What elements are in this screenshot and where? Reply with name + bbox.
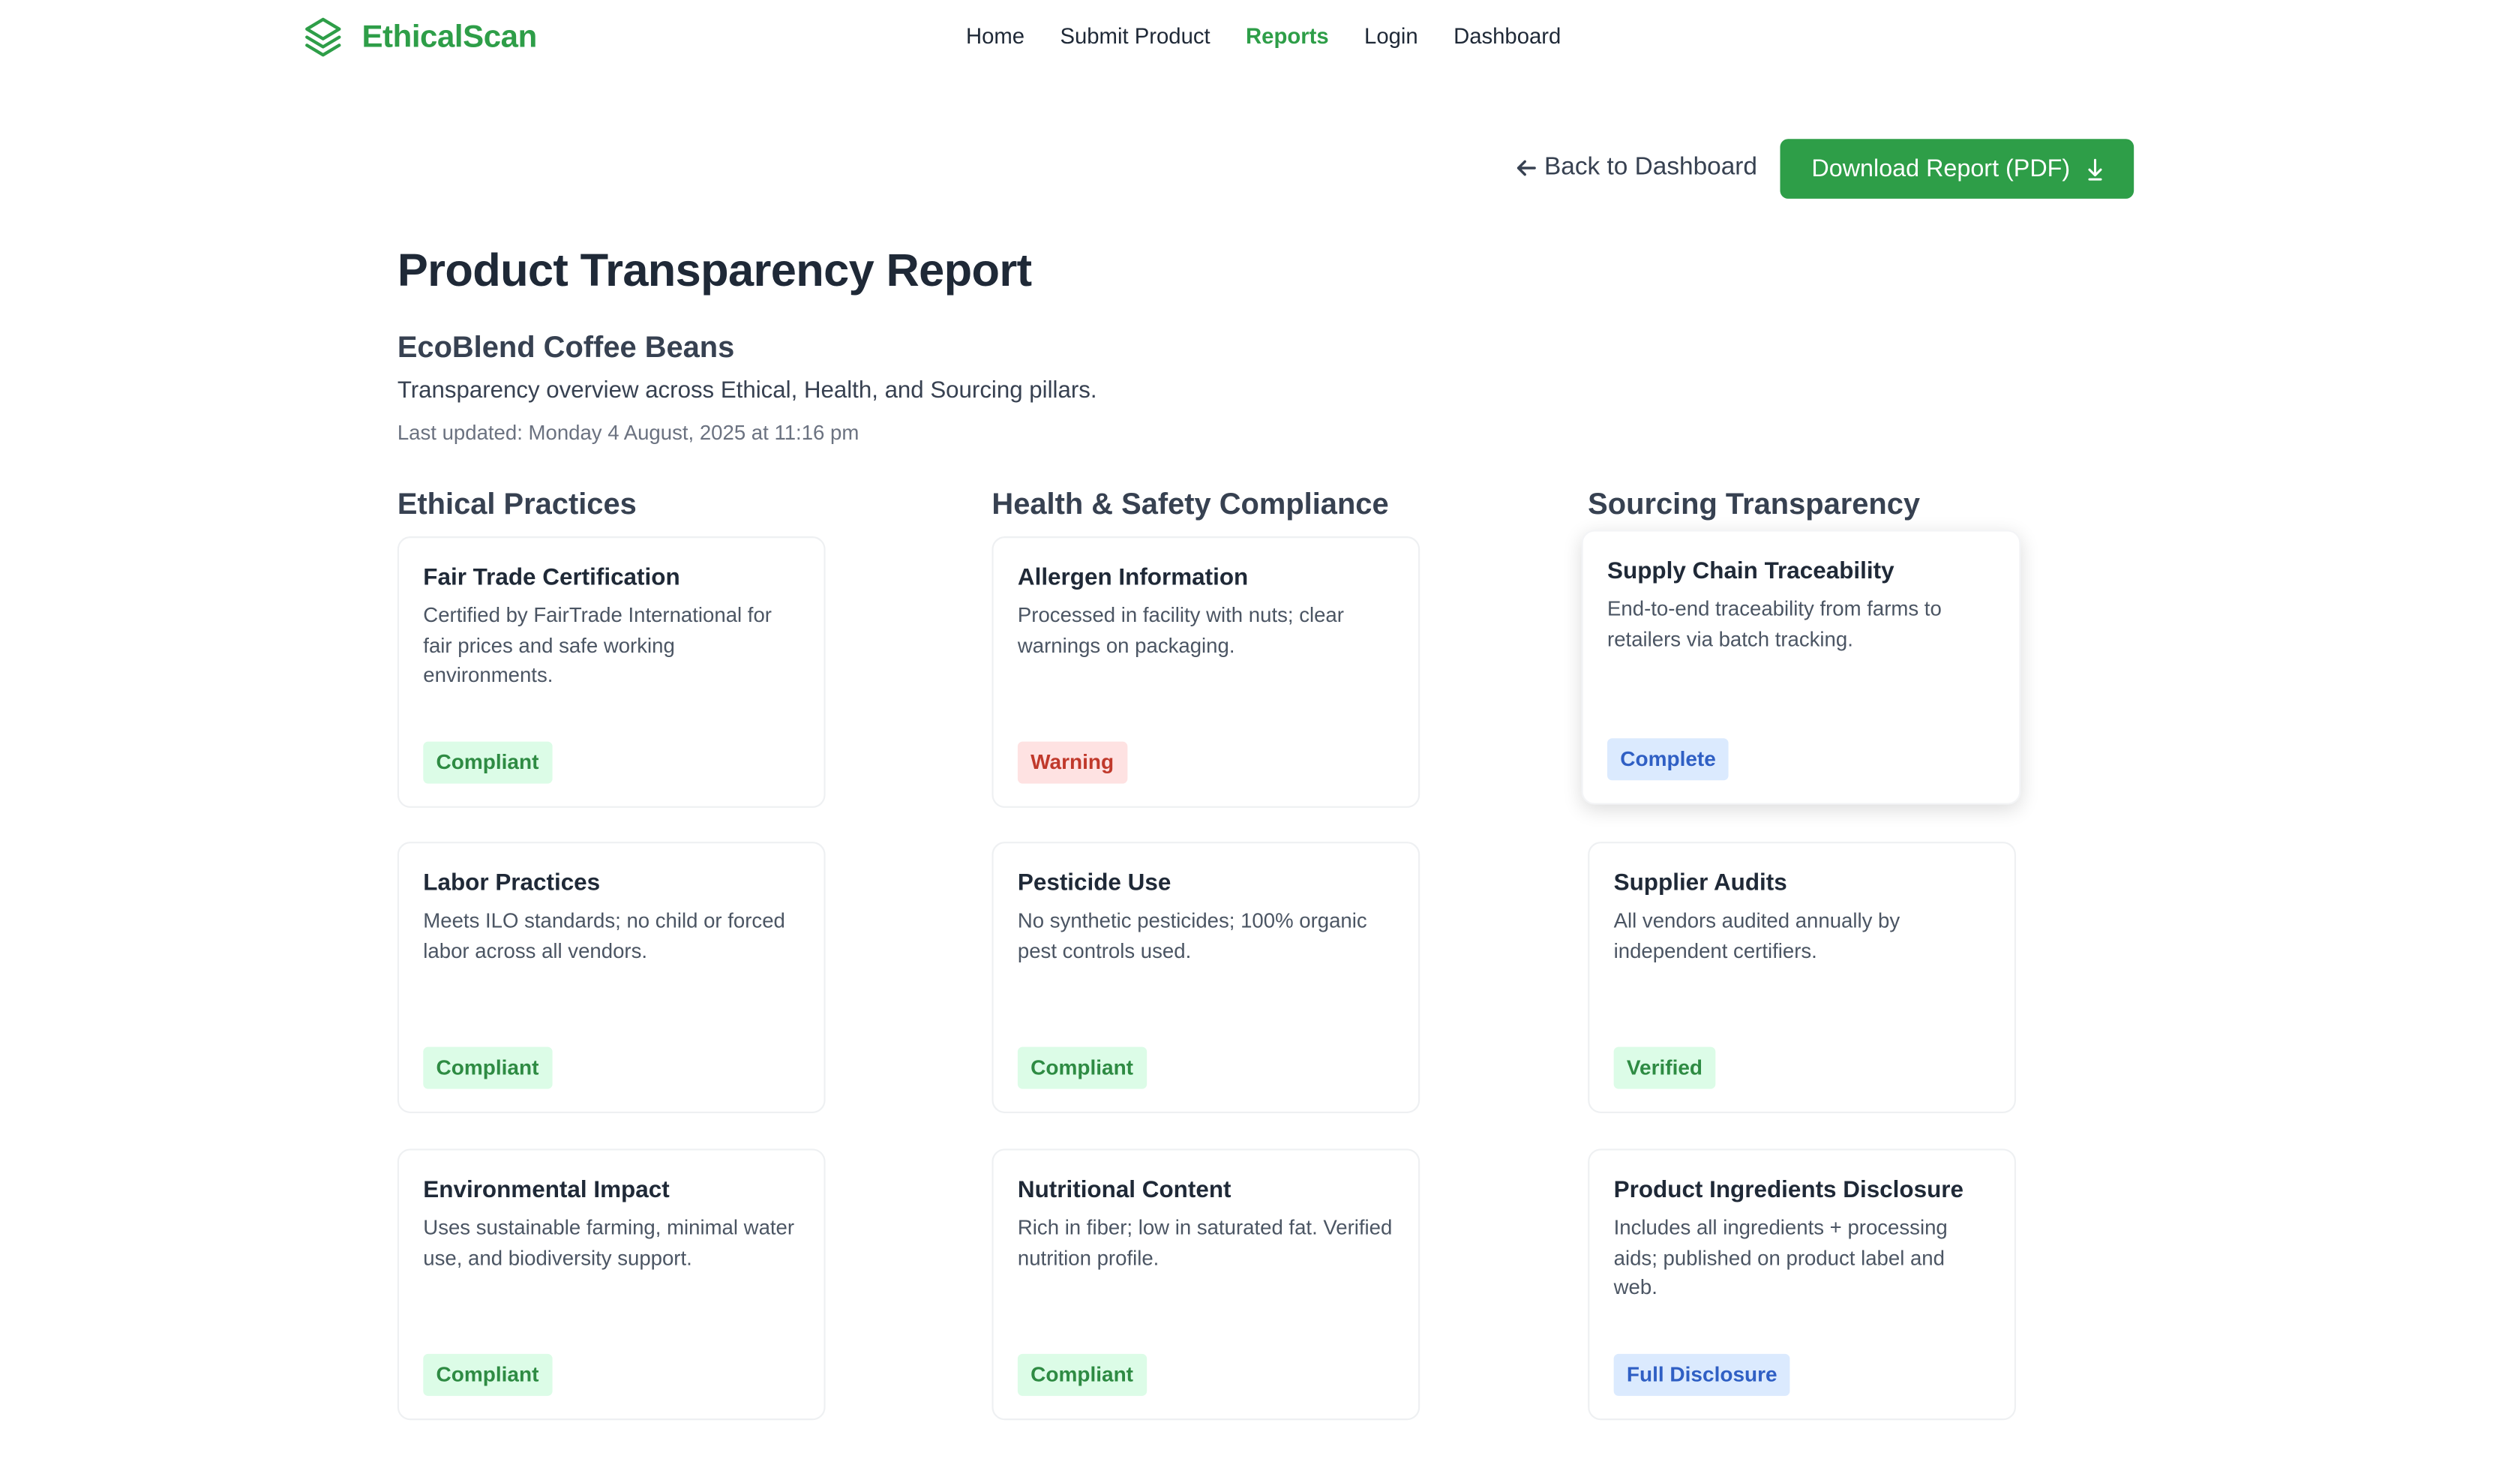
card-supply-chain-traceability[interactable]: Supply Chain Traceability End-to-end tra… xyxy=(1581,530,2021,805)
brand-name: EthicalScan xyxy=(362,18,537,55)
column-title: Ethical Practices xyxy=(397,486,637,521)
last-updated: Last updated: Monday 4 August, 2025 at 1… xyxy=(397,419,860,445)
card-title: Allergen Information xyxy=(1017,565,1249,592)
card-environmental-impact: Environmental Impact Uses sustainable fa… xyxy=(397,1148,826,1421)
download-arrow-icon xyxy=(2087,158,2102,180)
brand[interactable]: EthicalScan xyxy=(304,17,537,59)
card-description: Meets ILO standards; no child or forced … xyxy=(423,908,785,963)
card-description: Includes all ingredients + processing ai… xyxy=(1613,1214,1948,1300)
card-fair-trade-certification: Fair Trade Certification Certified by Fa… xyxy=(397,536,826,808)
nav-link-home[interactable]: Home xyxy=(966,24,1024,48)
card-title: Product Ingredients Disclosure xyxy=(1613,1178,1964,1204)
card-title: Labor Practices xyxy=(423,870,601,897)
status-badge: Full Disclosure xyxy=(1613,1353,1790,1396)
status-badge: Warning xyxy=(1017,741,1127,784)
card-title: Pesticide Use xyxy=(1017,870,1172,897)
card-title: Fair Trade Certification xyxy=(423,565,680,592)
download-report-button[interactable]: Download Report (PDF) xyxy=(1780,139,2134,199)
download-button-label: Download Report (PDF) xyxy=(1811,155,2071,183)
card-description: Certified by FairTrade International for… xyxy=(423,602,772,688)
top-navbar: EthicalScan Home Submit Product Reports … xyxy=(0,0,2520,76)
column-ethical-practices: Ethical Practices Fair Trade Certificati… xyxy=(397,486,826,1421)
status-badge: Compliant xyxy=(423,1353,552,1396)
status-badge: Complete xyxy=(1607,738,1730,781)
product-name: EcoBlend Coffee Beans xyxy=(397,329,735,364)
column-sourcing-transparency: Sourcing Transparency Supply Chain Trace… xyxy=(1581,486,2021,1421)
card-pesticide-use: Pesticide Use No synthetic pesticides; 1… xyxy=(992,842,1420,1113)
card-description: Rich in fiber; low in saturated fat. Ver… xyxy=(1017,1214,1393,1270)
card-title: Supplier Audits xyxy=(1613,870,1787,897)
nav-link-submit-product[interactable]: Submit Product xyxy=(1060,24,1210,48)
card-description: No synthetic pesticides; 100% organic pe… xyxy=(1017,908,1367,963)
card-title: Nutritional Content xyxy=(1017,1178,1232,1204)
card-description: Uses sustainable farming, minimal water … xyxy=(423,1214,795,1270)
layers-icon xyxy=(305,17,341,57)
card-nutritional-content: Nutritional Content Rich in fiber; low i… xyxy=(992,1148,1420,1421)
nav-link-dashboard[interactable]: Dashboard xyxy=(1454,24,1561,48)
arrow-left-icon xyxy=(1516,160,1536,176)
status-badge: Compliant xyxy=(423,741,552,784)
column-health-safety-compliance: Health & Safety Compliance Allergen Info… xyxy=(992,486,1420,1421)
card-description: End-to-end traceability from farms to re… xyxy=(1607,596,1942,651)
report-overview: Transparency overview across Ethical, He… xyxy=(397,377,1097,404)
card-product-ingredients-disclosure: Product Ingredients Disclosure Includes … xyxy=(1588,1148,2016,1421)
status-badge: Verified xyxy=(1613,1046,1716,1089)
back-to-dashboard-link[interactable]: Back to Dashboard xyxy=(1515,154,1757,183)
page-title: Product Transparency Report xyxy=(397,245,1032,298)
back-link-label: Back to Dashboard xyxy=(1544,153,1757,182)
card-description: All vendors audited annually by independ… xyxy=(1613,908,1900,963)
card-description: Processed in facility with nuts; clear w… xyxy=(1017,602,1344,657)
nav-link-reports[interactable]: Reports xyxy=(1246,24,1329,48)
nav-link-login[interactable]: Login xyxy=(1364,24,1418,48)
status-badge: Compliant xyxy=(1017,1353,1147,1396)
card-labor-practices: Labor Practices Meets ILO standards; no … xyxy=(397,842,826,1113)
column-title: Health & Safety Compliance xyxy=(992,486,1389,521)
card-title: Environmental Impact xyxy=(423,1178,670,1204)
card-title: Supply Chain Traceability xyxy=(1607,559,1894,585)
card-supplier-audits: Supplier Audits All vendors audited annu… xyxy=(1588,842,2016,1113)
status-badge: Compliant xyxy=(1017,1046,1147,1089)
main-nav: Home Submit Product Reports Login Dashbo… xyxy=(966,24,1561,48)
card-allergen-information: Allergen Information Processed in facili… xyxy=(992,536,1420,808)
status-badge: Compliant xyxy=(423,1046,552,1089)
page: EthicalScan Home Submit Product Reports … xyxy=(0,0,2520,1462)
